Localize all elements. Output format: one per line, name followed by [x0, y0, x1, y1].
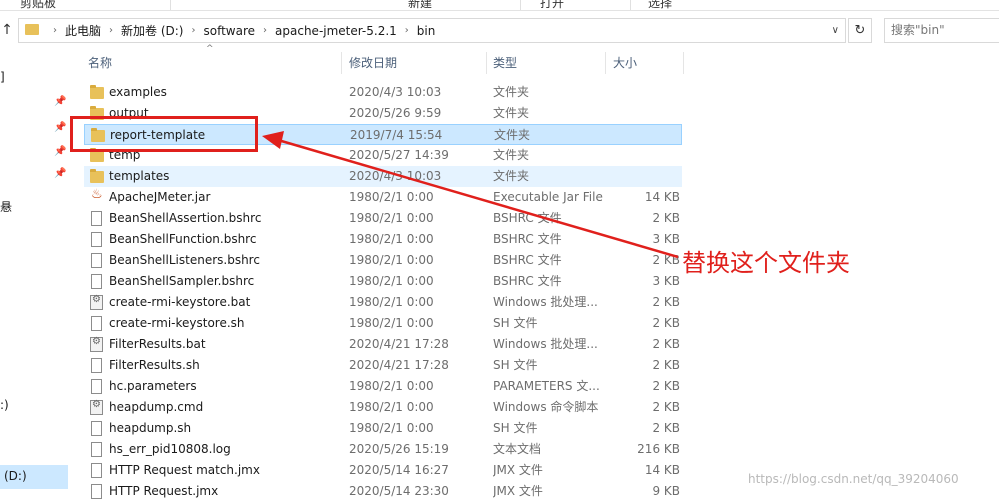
annotation-label: 替换这个文件夹 — [682, 249, 850, 277]
watermark: https://blog.csdn.net/qq_39204060 — [748, 472, 959, 486]
